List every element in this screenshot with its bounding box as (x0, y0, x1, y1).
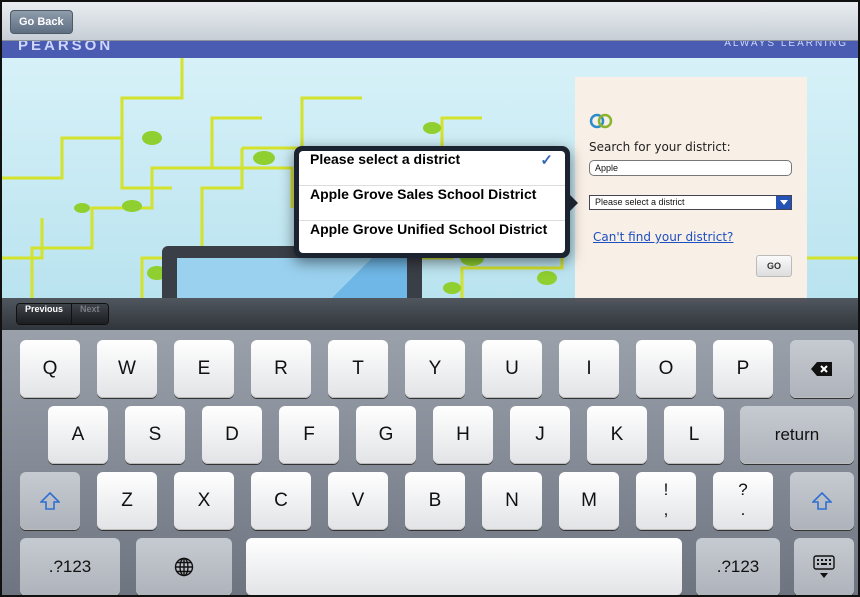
shift-icon (812, 491, 832, 510)
cant-find-district-link[interactable]: Can't find your district? (593, 230, 733, 244)
space-key[interactable] (246, 538, 682, 595)
key-o[interactable]: O (636, 340, 696, 398)
key-bottom-char: , (663, 500, 669, 519)
backspace-key[interactable] (790, 340, 854, 398)
key-y[interactable]: Y (405, 340, 465, 398)
go-back-button[interactable]: Go Back (10, 10, 73, 34)
screen: Go Back PEARSON ALWAYS LEARNING Search f… (0, 0, 860, 597)
numbers-key-right[interactable]: .?123 (696, 538, 780, 595)
key-u[interactable]: U (482, 340, 542, 398)
key-v[interactable]: V (328, 472, 388, 530)
brand-logo-text: PEARSON (18, 40, 114, 54)
district-option-label: Apple Grove Sales School District (310, 186, 537, 202)
key-top-char: ! (663, 480, 669, 499)
globe-key[interactable] (136, 538, 232, 595)
key-h[interactable]: H (433, 406, 493, 464)
top-toolbar: Go Back (2, 2, 858, 41)
shift-key-left[interactable] (20, 472, 80, 530)
search-label: Search for your district: (589, 140, 731, 154)
go-button[interactable]: GO (756, 255, 792, 277)
district-option-label: Apple Grove Unified School District (310, 221, 548, 237)
key-d[interactable]: D (202, 406, 262, 464)
key-q[interactable]: Q (20, 340, 80, 398)
district-options-list: Please select a district ✓ Apple Grove S… (299, 151, 565, 253)
key-j[interactable]: J (510, 406, 570, 464)
delete-icon (811, 361, 832, 376)
key-s[interactable]: S (125, 406, 185, 464)
key-b[interactable]: B (405, 472, 465, 530)
district-search-input[interactable]: Apple (589, 160, 792, 176)
numbers-key-left[interactable]: .?123 (20, 538, 120, 595)
key-question-period[interactable]: ? . (713, 472, 773, 530)
brand-tagline: ALWAYS LEARNING (724, 40, 848, 49)
pearson-rings-icon (589, 113, 613, 129)
key-t[interactable]: T (328, 340, 388, 398)
shift-icon (40, 491, 60, 510)
next-button[interactable]: Next (71, 304, 108, 324)
checkmark-icon: ✓ (540, 152, 553, 169)
hide-keyboard-key[interactable] (794, 538, 854, 595)
key-bottom-char: . (740, 500, 746, 519)
district-select-value: Please select a district (595, 197, 685, 207)
return-key[interactable]: return (740, 406, 854, 464)
page-header: PEARSON ALWAYS LEARNING (2, 40, 858, 58)
key-r[interactable]: R (251, 340, 311, 398)
globe-icon (174, 557, 194, 577)
district-option[interactable]: Please select a district ✓ (299, 151, 565, 186)
key-i[interactable]: I (559, 340, 619, 398)
key-exclaim-comma[interactable]: ! , (636, 472, 696, 530)
key-a[interactable]: A (48, 406, 108, 464)
key-p[interactable]: P (713, 340, 773, 398)
key-n[interactable]: N (482, 472, 542, 530)
key-m[interactable]: M (559, 472, 619, 530)
form-accessory-bar: Previous Next (2, 298, 858, 330)
previous-button[interactable]: Previous (17, 304, 72, 324)
popover-arrow (568, 193, 578, 213)
chevron-down-icon (776, 196, 791, 209)
district-option[interactable]: Apple Grove Unified School District (299, 221, 565, 253)
key-z[interactable]: Z (97, 472, 157, 530)
key-w[interactable]: W (97, 340, 157, 398)
key-e[interactable]: E (174, 340, 234, 398)
key-l[interactable]: L (664, 406, 724, 464)
district-select[interactable]: Please select a district (589, 195, 792, 210)
key-c[interactable]: C (251, 472, 311, 530)
key-g[interactable]: G (356, 406, 416, 464)
key-x[interactable]: X (174, 472, 234, 530)
district-picker-popover: Please select a district ✓ Apple Grove S… (294, 146, 570, 258)
key-top-char: ? (738, 480, 748, 499)
prev-next-control: Previous Next (16, 303, 109, 325)
onscreen-keyboard: Q W E R T Y U I O P A S D F G H J K L re… (2, 330, 858, 595)
shift-key-right[interactable] (790, 472, 854, 530)
district-option-label: Please select a district (310, 151, 461, 167)
key-f[interactable]: F (279, 406, 339, 464)
district-option[interactable]: Apple Grove Sales School District (299, 186, 565, 221)
district-search-panel: Search for your district: Apple Please s… (575, 77, 807, 303)
key-k[interactable]: K (587, 406, 647, 464)
keyboard-hide-icon (813, 555, 835, 578)
